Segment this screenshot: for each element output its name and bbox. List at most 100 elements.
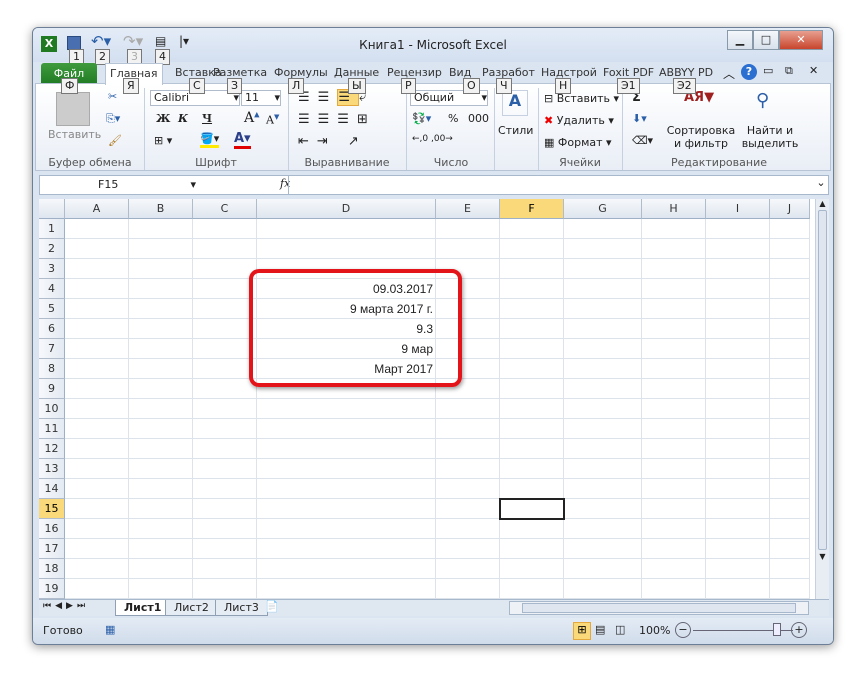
cell[interactable] — [770, 579, 810, 599]
cell[interactable] — [770, 359, 810, 379]
scroll-thumb[interactable] — [818, 210, 827, 550]
cell[interactable] — [65, 339, 129, 359]
cell[interactable] — [564, 399, 642, 419]
cell[interactable] — [770, 479, 810, 499]
cell[interactable] — [770, 319, 810, 339]
cell[interactable] — [257, 399, 436, 419]
row-header[interactable]: 11 — [39, 419, 65, 439]
cell[interactable] — [257, 579, 436, 599]
cell[interactable] — [65, 319, 129, 339]
row-header[interactable]: 3 — [39, 259, 65, 279]
row-header[interactable]: 13 — [39, 459, 65, 479]
borders-icon[interactable]: ⊞ ▾ — [154, 134, 172, 147]
cell[interactable] — [564, 579, 642, 599]
row-header[interactable]: 6 — [39, 319, 65, 339]
horizontal-scrollbar[interactable] — [509, 601, 809, 615]
cell[interactable] — [500, 219, 564, 239]
normal-view-button[interactable]: ⊞ — [573, 622, 591, 640]
cell[interactable] — [564, 419, 642, 439]
selected-cell-border[interactable] — [499, 498, 565, 520]
column-header[interactable]: I — [706, 199, 770, 219]
row-header[interactable]: 19 — [39, 579, 65, 599]
cell[interactable] — [436, 539, 500, 559]
paste-icon[interactable] — [56, 92, 90, 126]
sheet-tab[interactable]: Лист3 — [215, 600, 268, 616]
cell[interactable] — [129, 339, 193, 359]
cell[interactable] — [500, 459, 564, 479]
cell[interactable] — [129, 319, 193, 339]
cell[interactable] — [500, 539, 564, 559]
formula-input[interactable] — [288, 176, 818, 194]
cell[interactable] — [65, 579, 129, 599]
cell[interactable] — [770, 299, 810, 319]
cell[interactable] — [65, 299, 129, 319]
cell[interactable] — [706, 379, 770, 399]
cell[interactable] — [642, 539, 706, 559]
cell[interactable] — [564, 339, 642, 359]
cell[interactable] — [642, 339, 706, 359]
cell[interactable] — [500, 339, 564, 359]
cell[interactable] — [193, 379, 257, 399]
row-header[interactable]: 9 — [39, 379, 65, 399]
column-header[interactable]: F — [500, 199, 564, 219]
cell[interactable] — [706, 439, 770, 459]
cell[interactable] — [770, 459, 810, 479]
cell[interactable] — [436, 219, 500, 239]
column-header[interactable]: E — [436, 199, 500, 219]
row-header[interactable]: 14 — [39, 479, 65, 499]
help-icon[interactable]: ? — [741, 64, 757, 80]
binoculars-icon[interactable]: ⚲ — [756, 90, 769, 111]
cell[interactable] — [564, 299, 642, 319]
row-header[interactable]: 18 — [39, 559, 65, 579]
maximize-button[interactable]: □ — [753, 30, 779, 50]
cell[interactable] — [642, 259, 706, 279]
cell[interactable] — [564, 459, 642, 479]
italic-button[interactable]: К — [178, 112, 188, 125]
cell[interactable] — [770, 539, 810, 559]
fill-icon[interactable]: ⬇▾ — [632, 112, 647, 125]
cell[interactable] — [193, 519, 257, 539]
bold-button[interactable]: Ж — [156, 112, 170, 125]
cell[interactable] — [129, 579, 193, 599]
cell[interactable] — [193, 359, 257, 379]
cell[interactable] — [564, 219, 642, 239]
zoom-slider-thumb[interactable] — [773, 623, 781, 636]
cell[interactable] — [65, 359, 129, 379]
cell[interactable] — [193, 439, 257, 459]
cell[interactable] — [436, 459, 500, 479]
cell[interactable] — [129, 359, 193, 379]
row-header[interactable]: 16 — [39, 519, 65, 539]
cell[interactable] — [500, 259, 564, 279]
cell[interactable] — [500, 319, 564, 339]
column-header[interactable]: A — [65, 199, 129, 219]
cell[interactable] — [770, 339, 810, 359]
cell[interactable] — [129, 479, 193, 499]
scroll-up-icon[interactable]: ▲ — [816, 199, 829, 208]
cell[interactable] — [706, 219, 770, 239]
cell[interactable] — [193, 279, 257, 299]
cell[interactable] — [770, 519, 810, 539]
cell[interactable] — [436, 439, 500, 459]
cell[interactable] — [65, 399, 129, 419]
zoom-out-button[interactable]: − — [675, 622, 691, 638]
cell[interactable] — [500, 379, 564, 399]
cell[interactable] — [706, 519, 770, 539]
cell[interactable] — [436, 559, 500, 579]
cell[interactable] — [642, 439, 706, 459]
cell[interactable] — [193, 319, 257, 339]
cell[interactable] — [65, 439, 129, 459]
cell[interactable] — [564, 259, 642, 279]
cell[interactable] — [642, 319, 706, 339]
worksheet-grid[interactable]: A B C D E F G H I J 1 2 3 4 5 6 7 8 9 10 11 12 13 14 15 16 17 18 19 0… — [39, 199, 815, 599]
cell[interactable] — [129, 439, 193, 459]
cell[interactable] — [706, 339, 770, 359]
cell[interactable] — [436, 579, 500, 599]
cell[interactable] — [706, 399, 770, 419]
cell[interactable] — [193, 219, 257, 239]
cell[interactable] — [193, 239, 257, 259]
cell[interactable] — [129, 499, 193, 519]
cell[interactable] — [642, 579, 706, 599]
scroll-down-icon[interactable]: ▼ — [816, 552, 829, 561]
cell[interactable] — [500, 399, 564, 419]
cell[interactable] — [257, 499, 436, 519]
